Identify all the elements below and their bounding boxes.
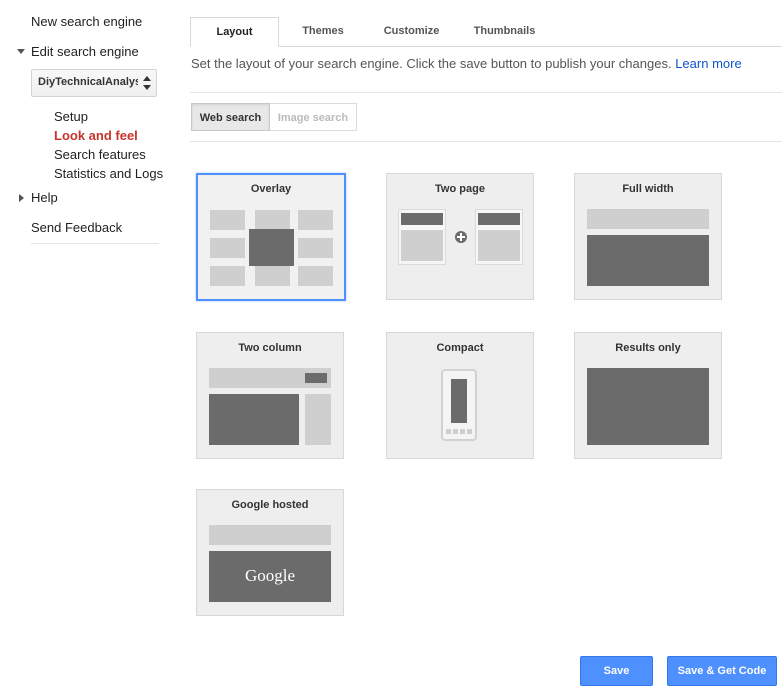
layout-card-results-only[interactable]: Results only (574, 332, 722, 459)
layout-card-overlay[interactable]: Overlay (196, 173, 346, 301)
sidebar-item-statistics-and-logs[interactable]: Statistics and Logs (54, 166, 163, 181)
save-button[interactable]: Save (580, 656, 653, 686)
tab-themes[interactable]: Themes (279, 17, 367, 47)
sidebar-item-setup[interactable]: Setup (54, 109, 88, 124)
phone-icon (441, 369, 477, 441)
tab-customize[interactable]: Customize (367, 17, 456, 47)
engine-select-value: DiyTechnicalAnalysis (38, 76, 138, 88)
engine-select[interactable]: DiyTechnicalAnalysis (31, 69, 157, 97)
divider (190, 141, 782, 142)
layout-card-title: Two column (238, 342, 302, 354)
learn-more-link[interactable]: Learn more (675, 56, 741, 71)
new-search-engine-link[interactable]: New search engine (31, 14, 142, 29)
layout-description: Set the layout of your search engine. Cl… (191, 56, 742, 71)
layout-card-title: Overlay (250, 183, 292, 195)
sidebar-item-search-features[interactable]: Search features (54, 147, 146, 162)
web-search-toggle[interactable]: Web search (191, 103, 270, 131)
layout-card-title: Results only (615, 342, 681, 354)
layout-card-title: Full width (622, 183, 674, 195)
layout-card-title: Two page (435, 183, 485, 195)
save-and-get-code-button[interactable]: Save & Get Code (667, 656, 777, 686)
tab-thumbnails[interactable]: Thumbnails (456, 17, 553, 47)
image-search-toggle[interactable]: Image search (270, 103, 357, 131)
caret-right-icon[interactable] (19, 194, 24, 202)
google-logo: Google (244, 566, 296, 585)
send-feedback-link[interactable]: Send Feedback (31, 220, 122, 235)
layout-card-title: Google hosted (231, 499, 309, 511)
caret-down-icon[interactable] (17, 49, 25, 54)
sidebar-item-look-and-feel[interactable]: Look and feel (54, 128, 138, 143)
tab-layout[interactable]: Layout (190, 17, 279, 47)
layout-card-title: Compact (436, 342, 484, 354)
plus-icon (455, 231, 467, 243)
description-text: Set the layout of your search engine. Cl… (191, 56, 672, 71)
edit-search-engine-link[interactable]: Edit search engine (31, 44, 139, 59)
layout-card-compact[interactable]: Compact (386, 332, 534, 459)
help-link[interactable]: Help (31, 190, 58, 205)
sidebar-divider (31, 243, 159, 244)
layout-card-full-width[interactable]: Full width (574, 173, 722, 300)
layout-card-google-hosted[interactable]: Google hosted Google (196, 489, 344, 616)
layout-card-two-page[interactable]: Two page (386, 173, 534, 300)
layout-card-two-column[interactable]: Two column (196, 332, 344, 459)
select-arrows-icon (143, 76, 151, 90)
divider (190, 92, 782, 93)
